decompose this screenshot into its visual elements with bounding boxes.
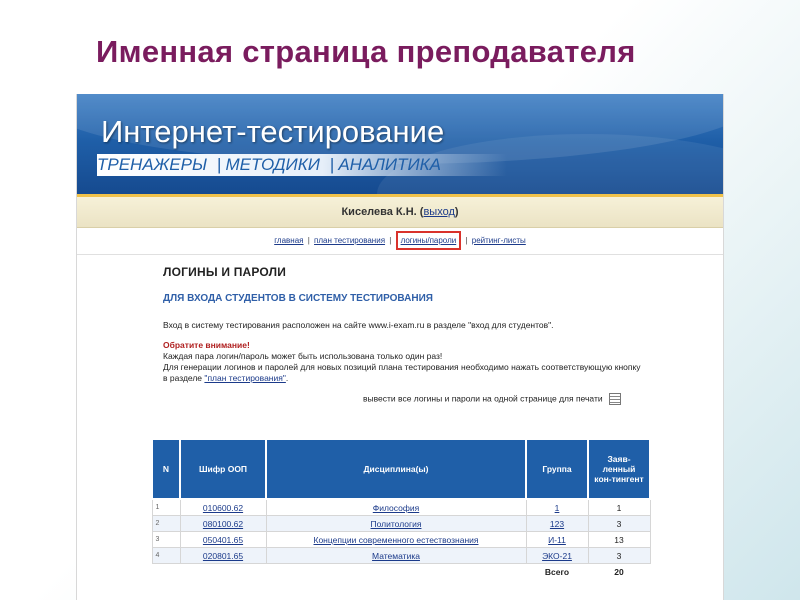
row-code: 020801.65 (179, 547, 267, 564)
group-link[interactable]: 1 (555, 503, 560, 513)
row-group: 123 (525, 515, 589, 532)
col-number: N (151, 438, 181, 500)
nav-analytics[interactable]: АНАЛИТИКА (338, 155, 441, 174)
table-row: 2 080100.62 Политология 123 3 (151, 515, 651, 532)
code-link[interactable]: 080100.62 (203, 519, 243, 529)
group-link[interactable]: 123 (550, 519, 564, 529)
logout-link[interactable]: выход (423, 206, 454, 218)
group-link[interactable]: ЭКО-21 (542, 551, 572, 561)
row-number: 4 (151, 547, 181, 564)
site-banner: Интернет-тестирование ТРЕНАЖЕРЫ | МЕТОДИКИ… (77, 94, 723, 197)
row-count: 3 (587, 515, 651, 532)
discipline-link[interactable]: Концепции современного естествознания (314, 535, 479, 545)
page-subheading: ДЛЯ ВХОДА СТУДЕНТОВ В СИСТЕМУ ТЕСТИРОВАН… (163, 293, 433, 304)
table-total-row: Всего 20 (152, 564, 650, 580)
logout-paren: ) (454, 206, 459, 218)
nav-separator: | (217, 155, 222, 174)
site-brand: Интернет-тестирование (101, 114, 445, 149)
main-menu: главная | план тестирования | логины/пар… (77, 228, 723, 255)
content: ЛОГИНЫ И ПАРОЛИ ДЛЯ ВХОДА СТУДЕНТОВ В СИ… (77, 255, 643, 405)
row-count: 1 (587, 498, 651, 516)
table-row: 4 020801.65 Математика ЭКО-21 3 (151, 547, 651, 564)
row-code: 010600.62 (179, 498, 267, 516)
attention-block: Обратите внимание! Каждая пара логин/пар… (163, 340, 643, 384)
row-count: 13 (587, 531, 651, 548)
row-group: 1 (525, 498, 589, 516)
table-row: 1 010600.62 Философия 1 1 (151, 498, 651, 516)
user-name: Киселева К.Н. (341, 206, 417, 218)
menu-separator: | (389, 236, 392, 245)
plan-link[interactable]: "план тестирования" (204, 373, 285, 383)
menu-rating-sheets[interactable]: рейтинг-листы (472, 236, 526, 245)
logins-table-wrap: N Шифр ООП Дисциплина(ы) Группа Заяв-лен… (151, 438, 651, 579)
print-all-label: вывести все логины и пароли на одной стр… (363, 393, 603, 404)
menu-logins-passwords[interactable]: логины/пароли (395, 231, 462, 250)
row-code: 050401.65 (179, 531, 267, 548)
row-group: ЭКО-21 (525, 547, 589, 564)
code-link[interactable]: 020801.65 (203, 551, 243, 561)
discipline-link[interactable]: Математика (372, 551, 420, 561)
row-group: И-11 (525, 531, 589, 548)
banner-divider (77, 194, 723, 197)
row-discipline: Политология (265, 515, 527, 532)
row-discipline: Концепции современного естествознания (265, 531, 527, 548)
code-link[interactable]: 050401.65 (203, 535, 243, 545)
banner-nav: ТРЕНАЖЕРЫ | МЕТОДИКИ | АНАЛИТИКА (97, 154, 507, 176)
row-discipline: Математика (265, 547, 527, 564)
col-code: Шифр ООП (179, 438, 267, 500)
note-one: Каждая пара логин/пароль может быть испо… (163, 351, 443, 361)
print-icon[interactable] (609, 393, 621, 405)
nav-trainers[interactable]: ТРЕНАЖЕРЫ (97, 155, 207, 174)
col-discipline: Дисциплина(ы) (265, 438, 527, 500)
nav-separator: | (329, 155, 335, 174)
table-header-row: N Шифр ООП Дисциплина(ы) Группа Заяв-лен… (151, 438, 651, 500)
logins-table: N Шифр ООП Дисциплина(ы) Группа Заяв-лен… (151, 438, 651, 579)
page-heading: ЛОГИНЫ И ПАРОЛИ (163, 265, 287, 279)
total-spacer (152, 564, 526, 580)
row-code: 080100.62 (179, 515, 267, 532)
user-bar: Киселева К.Н. (выход) (77, 197, 723, 228)
nav-methods[interactable]: МЕТОДИКИ (225, 155, 319, 174)
table-row: 3 050401.65 Концепции современного естес… (151, 531, 651, 548)
attention-label: Обратите внимание! (163, 340, 250, 350)
plan-tail: . (285, 373, 289, 383)
total-label: Всего (544, 566, 570, 577)
intro-text: Вход в систему тестирования расположен н… (163, 320, 554, 330)
browser-screenshot: Интернет-тестирование ТРЕНАЖЕРЫ | МЕТОДИКИ… (76, 94, 724, 600)
menu-separator: | (307, 236, 310, 245)
row-number: 3 (151, 531, 181, 548)
slide-title: Именная страница преподавателя (96, 34, 636, 69)
row-discipline: Философия (265, 498, 527, 516)
col-group: Группа (525, 438, 589, 500)
code-link[interactable]: 010600.62 (203, 503, 243, 513)
col-contingent: Заяв-ленный кон-тингент (587, 438, 651, 500)
print-line: вывести все логины и пароли на одной стр… (163, 393, 643, 405)
menu-home[interactable]: главная (274, 236, 303, 245)
menu-separator: | (465, 236, 468, 245)
row-count: 3 (587, 547, 651, 564)
discipline-link[interactable]: Политология (371, 519, 422, 529)
group-link[interactable]: И-11 (548, 535, 566, 545)
row-number: 1 (151, 498, 181, 516)
total-value: 20 (614, 566, 624, 577)
discipline-link[interactable]: Философия (373, 503, 419, 513)
menu-test-plan[interactable]: план тестирования (314, 236, 385, 245)
row-number: 2 (151, 515, 181, 532)
